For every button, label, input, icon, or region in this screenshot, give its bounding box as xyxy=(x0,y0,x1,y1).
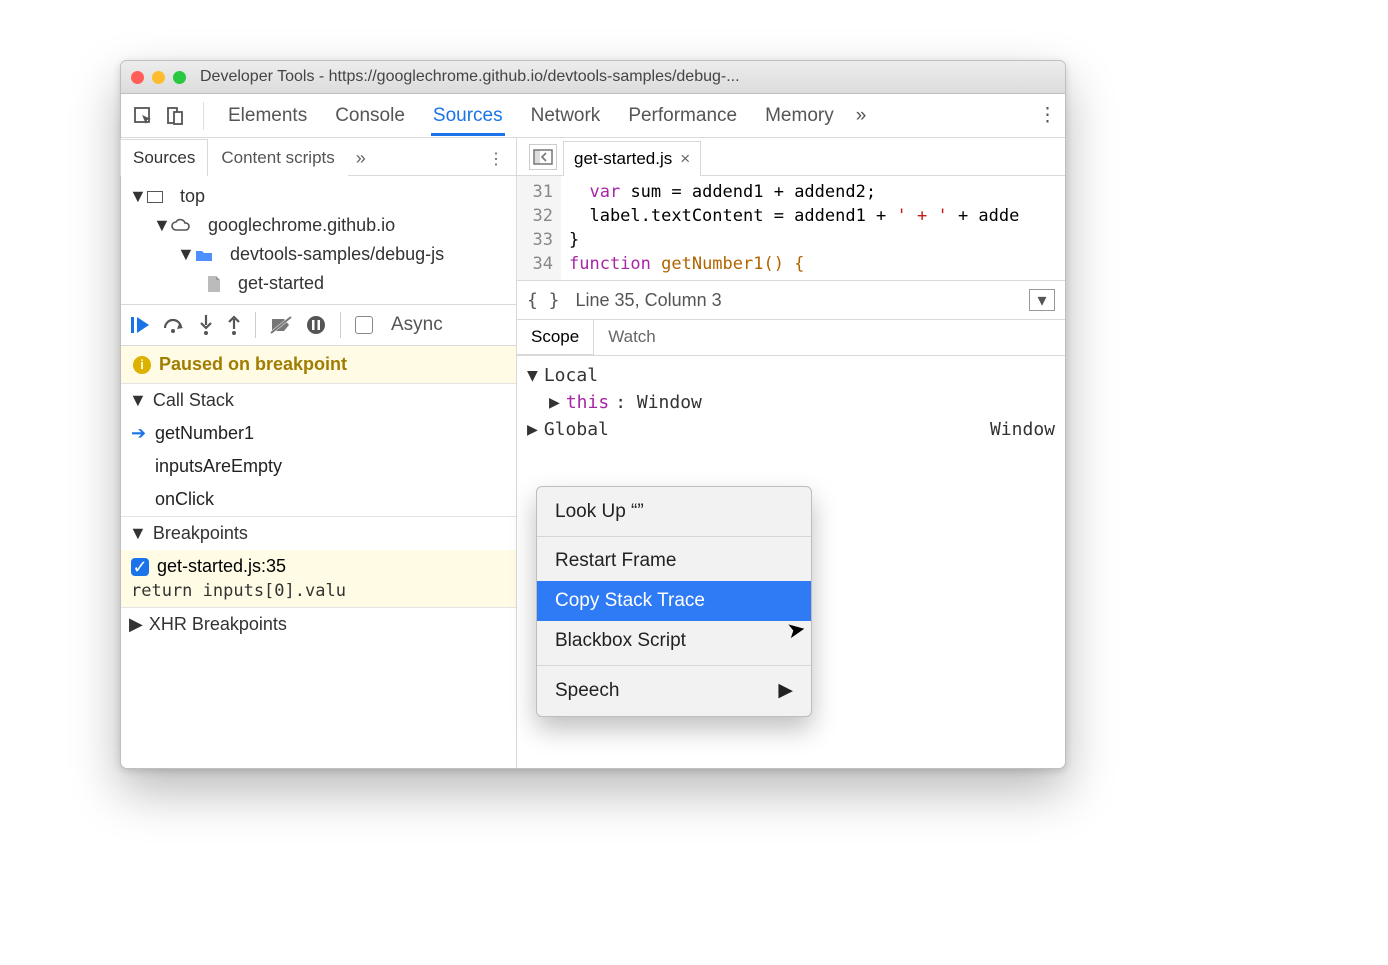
tree-top[interactable]: ▼ top xyxy=(129,182,508,211)
settings-kebab-icon[interactable]: ⋮ xyxy=(1038,104,1057,127)
nav-kebab-icon[interactable]: ⋮ xyxy=(476,149,516,175)
code-editor[interactable]: 31 32 33 34 var sum = addend1 + addend2;… xyxy=(517,176,1065,280)
tab-network[interactable]: Network xyxy=(529,95,603,136)
more-tabs-icon[interactable]: » xyxy=(856,105,867,127)
submenu-arrow-icon: ▶ xyxy=(778,679,793,702)
breakpoint-checkbox[interactable]: ✓ xyxy=(131,558,149,576)
ctx-copy-stack-trace[interactable]: Copy Stack Trace xyxy=(537,581,811,621)
tab-performance[interactable]: Performance xyxy=(626,95,739,136)
tab-elements[interactable]: Elements xyxy=(226,95,309,136)
cloud-icon xyxy=(171,219,191,233)
titlebar: Developer Tools - https://googlechrome.g… xyxy=(121,61,1065,94)
ctx-lookup[interactable]: Look Up “” xyxy=(537,492,811,532)
nav-tab-content-scripts[interactable]: Content scripts xyxy=(208,139,347,176)
code-body: var sum = addend1 + addend2; label.textC… xyxy=(561,176,1027,280)
folder-icon xyxy=(195,248,213,262)
debugger-toolbar: Async xyxy=(121,304,516,346)
tab-sources[interactable]: Sources xyxy=(431,95,505,136)
window-controls xyxy=(131,71,186,84)
ctx-blackbox-script[interactable]: Blackbox Script xyxy=(537,621,811,661)
ctx-speech[interactable]: Speech▶ xyxy=(537,670,811,711)
scope-global[interactable]: ▶GlobalWindow xyxy=(527,416,1055,443)
inspect-icon[interactable] xyxy=(129,102,157,130)
breakpoints-header[interactable]: ▼Breakpoints xyxy=(121,517,516,550)
close-icon[interactable] xyxy=(131,71,144,84)
scope-panel: ▼Local ▶this: Window ▶GlobalWindow xyxy=(517,356,1065,449)
tree-file[interactable]: get-started xyxy=(129,269,508,298)
call-stack-header[interactable]: ▼Call Stack xyxy=(121,384,516,417)
step-over-icon[interactable] xyxy=(163,316,185,334)
nav-tab-sources[interactable]: Sources xyxy=(120,139,208,176)
resume-icon[interactable] xyxy=(131,315,149,335)
context-menu: Look Up “” Restart Frame Copy Stack Trac… xyxy=(536,486,812,717)
xhr-breakpoints-section: ▶XHR Breakpoints xyxy=(121,607,516,641)
tab-scope[interactable]: Scope xyxy=(516,320,594,355)
toggle-navigator-icon[interactable] xyxy=(529,144,557,170)
xhr-breakpoints-header[interactable]: ▶XHR Breakpoints xyxy=(121,608,516,641)
step-out-icon[interactable] xyxy=(227,315,241,335)
info-icon: i xyxy=(133,356,151,374)
paused-banner: i Paused on breakpoint xyxy=(121,346,516,383)
stack-frame-2[interactable]: onClick xyxy=(121,483,516,516)
breakpoint-code: return inputs[0].valu xyxy=(131,581,506,601)
async-label: Async xyxy=(391,314,443,336)
status-dropdown-icon[interactable]: ▾ xyxy=(1029,289,1055,311)
tree-folder[interactable]: ▼ devtools-samples/debug-js xyxy=(129,240,508,269)
stack-frame-1[interactable]: inputsAreEmpty xyxy=(121,450,516,483)
tree-domain[interactable]: ▼ googlechrome.github.io xyxy=(129,211,508,240)
pretty-print-icon[interactable]: { } xyxy=(527,290,560,311)
scope-this[interactable]: ▶this: Window xyxy=(527,389,1055,416)
file-icon xyxy=(207,276,221,292)
deactivate-breakpoints-icon[interactable] xyxy=(270,316,292,334)
editor-status-bar: { } Line 35, Column 3 ▾ xyxy=(517,280,1065,320)
async-checkbox[interactable] xyxy=(355,316,373,334)
tab-memory[interactable]: Memory xyxy=(763,95,836,136)
call-stack-section: ▼Call Stack ➔getNumber1 inputsAreEmpty o… xyxy=(121,383,516,516)
gutter: 31 32 33 34 xyxy=(517,176,561,280)
navigator-tabs: Sources Content scripts » ⋮ xyxy=(121,138,516,176)
editor-tabs: get-started.js × xyxy=(517,138,1065,176)
devtools-window: Developer Tools - https://googlechrome.g… xyxy=(120,60,1066,769)
cursor-position: Line 35, Column 3 xyxy=(576,290,722,311)
breakpoints-section: ▼Breakpoints ✓get-started.js:35 return i… xyxy=(121,516,516,607)
nav-more-icon[interactable]: » xyxy=(348,148,374,169)
breakpoint-item[interactable]: ✓get-started.js:35 return inputs[0].valu xyxy=(121,550,516,607)
step-into-icon[interactable] xyxy=(199,315,213,335)
close-tab-icon[interactable]: × xyxy=(680,149,690,169)
stack-frame-0[interactable]: ➔getNumber1 xyxy=(121,417,516,450)
minimize-icon[interactable] xyxy=(152,71,165,84)
sidebar-tabs: Scope Watch xyxy=(517,320,1065,356)
scope-local[interactable]: ▼Local xyxy=(527,362,1055,389)
main-toolbar: Elements Console Sources Network Perform… xyxy=(121,94,1065,138)
file-tab[interactable]: get-started.js × xyxy=(563,141,701,176)
pause-exceptions-icon[interactable] xyxy=(306,315,326,335)
ctx-restart-frame[interactable]: Restart Frame xyxy=(537,541,811,581)
device-toggle-icon[interactable] xyxy=(161,102,189,130)
tab-watch[interactable]: Watch xyxy=(593,320,671,355)
file-tree: ▼ top ▼ googlechrome.github.io ▼ devtool… xyxy=(121,176,516,304)
maximize-icon[interactable] xyxy=(173,71,186,84)
window-title: Developer Tools - https://googlechrome.g… xyxy=(200,68,740,86)
tab-console[interactable]: Console xyxy=(333,95,407,136)
